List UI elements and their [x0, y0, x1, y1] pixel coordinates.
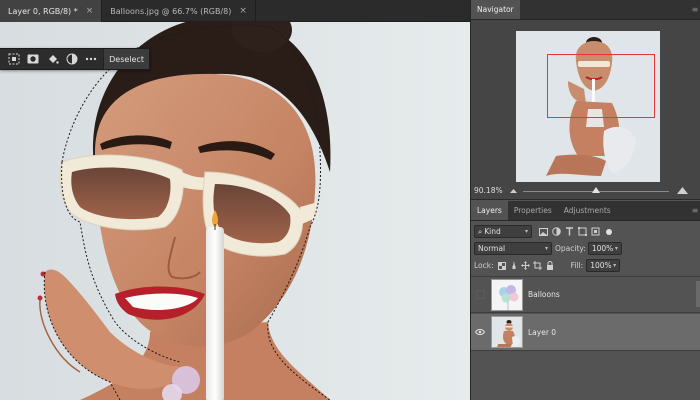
chevron-down-icon: ▾ — [613, 262, 617, 269]
lock-label: Lock: — [474, 261, 494, 270]
layer-name[interactable]: Layer 0 — [528, 328, 556, 337]
deselect-button[interactable]: Deselect — [103, 49, 149, 69]
search-icon: ⌕ — [478, 226, 483, 236]
layer-visibility-toggle[interactable] — [472, 276, 488, 313]
opacity-label: Opacity: — [555, 244, 586, 253]
more-icon[interactable] — [82, 49, 101, 69]
zoom-slider-thumb[interactable] — [592, 187, 600, 193]
opacity-field[interactable]: 100% ▾ — [587, 242, 622, 255]
mask-icon[interactable] — [23, 49, 42, 69]
kind-filter-select[interactable]: ⌕ Kind ▾ — [474, 225, 532, 238]
filter-toggle-icon[interactable] — [603, 226, 614, 238]
blend-row: Normal ▾ Opacity: 100% ▾ — [471, 242, 700, 255]
layer-thumbnail — [491, 316, 523, 348]
fill-icon[interactable] — [43, 49, 62, 69]
transform-selection-icon[interactable] — [4, 49, 23, 69]
layer-visibility-toggle[interactable] — [472, 314, 488, 351]
close-icon[interactable]: × — [239, 6, 247, 16]
lock-transparent-icon[interactable] — [497, 261, 507, 271]
layers-panel-body: ⌕ Kind ▾ Normal ▾ Opacity: 100% ▾ Lock: … — [471, 221, 700, 400]
opacity-value: 100% — [591, 244, 614, 253]
layers-panel-header: Layers Properties Adjustments ≡ — [471, 201, 700, 221]
tab-navigator[interactable]: Navigator — [471, 0, 520, 19]
adjustment-filter-icon[interactable] — [551, 226, 562, 238]
chevron-down-icon: ▾ — [524, 228, 528, 235]
layer-filter-row: ⌕ Kind ▾ — [471, 225, 700, 238]
image-filter-icon[interactable] — [538, 226, 549, 238]
panel-dock: Navigator ≡ 90.18% Layers Properties Adj… — [470, 0, 700, 400]
navigator-preview — [471, 20, 700, 182]
navigator-thumbnail[interactable] — [516, 31, 660, 182]
smart-object-filter-icon[interactable] — [590, 226, 601, 238]
close-icon[interactable]: × — [86, 6, 94, 16]
zoom-value[interactable]: 90.18% — [474, 186, 503, 195]
visibility-off-icon — [475, 290, 485, 299]
panel-menu-icon[interactable]: ≡ — [690, 0, 700, 19]
document-canvas[interactable]: Deselect — [0, 22, 470, 400]
tab-properties[interactable]: Properties — [508, 201, 558, 220]
kind-filter-value: Kind — [484, 227, 501, 236]
fill-field[interactable]: 100% ▾ — [586, 259, 621, 272]
fill-value: 100% — [590, 261, 612, 270]
type-filter-icon[interactable] — [564, 226, 575, 238]
lock-move-icon[interactable] — [521, 261, 531, 271]
document-tab-bar: Layer 0, RGB/8) * × Balloons.jpg @ 66.7%… — [0, 0, 470, 22]
adjustment-icon[interactable] — [62, 49, 81, 69]
blend-mode-value: Normal — [478, 244, 506, 253]
chevron-down-icon: ▾ — [544, 245, 548, 252]
layer-row-layer-0[interactable]: Layer 0 — [471, 314, 700, 351]
layer-row-balloons[interactable]: Balloons — [471, 276, 700, 313]
blend-mode-select[interactable]: Normal ▾ — [474, 242, 552, 255]
navigator-panel-header: Navigator ≡ — [471, 0, 700, 20]
lock-artboard-icon[interactable] — [533, 261, 543, 271]
tab-adjustments[interactable]: Adjustments — [558, 201, 617, 220]
photo-woman-with-candle — [0, 22, 470, 400]
zoom-in-icon[interactable] — [676, 186, 689, 197]
navigator-view-box[interactable] — [547, 54, 655, 118]
layer-name[interactable]: Balloons — [528, 290, 560, 299]
navigator-zoom-row: 90.18% — [471, 182, 700, 200]
zoom-out-icon[interactable] — [509, 187, 518, 196]
lock-all-icon[interactable] — [545, 261, 555, 271]
eye-icon — [475, 329, 485, 335]
lock-row: Lock: Fill: 100% ▾ — [471, 259, 700, 272]
panel-menu-icon[interactable]: ≡ — [690, 201, 700, 220]
shape-filter-icon[interactable] — [577, 226, 588, 238]
tab-label: Balloons.jpg @ 66.7% (RGB/8) — [110, 6, 232, 16]
contextual-task-bar: Deselect — [0, 48, 150, 70]
tab-balloons[interactable]: Balloons.jpg @ 66.7% (RGB/8) × — [102, 0, 256, 22]
layer-thumbnail — [491, 278, 523, 311]
tab-layer-0[interactable]: Layer 0, RGB/8) * × — [0, 0, 103, 22]
fill-label: Fill: — [570, 261, 584, 270]
layers-scrollbar[interactable] — [696, 281, 700, 307]
lock-paint-icon[interactable] — [509, 261, 519, 271]
tab-layers[interactable]: Layers — [471, 201, 508, 220]
chevron-down-icon: ▾ — [614, 245, 618, 252]
tab-label: Layer 0, RGB/8) * — [8, 6, 78, 16]
